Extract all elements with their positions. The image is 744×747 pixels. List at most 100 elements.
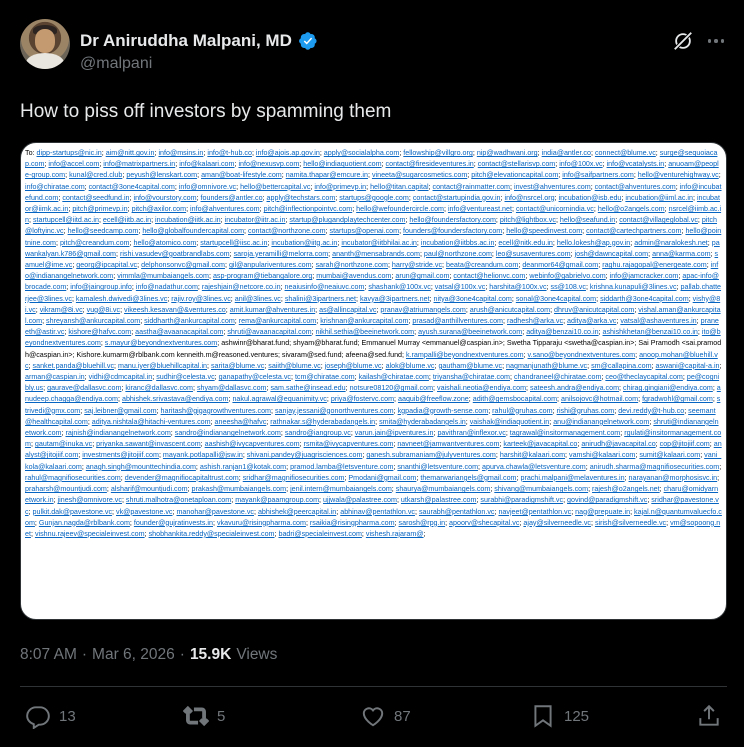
email-link[interactable]: praharsh@mountjudi.com [25,485,107,493]
email-link[interactable]: contact@3one4capital.com [89,183,175,191]
email-link[interactable]: ganapathy@celesta.vc [219,373,291,381]
email-link[interactable]: vishnu.rajeev@specialeinvest.com [35,530,145,538]
email-link[interactable]: aswani@capital-a.in [656,362,720,370]
email-link[interactable]: vkavuru@risingpharma.com [217,519,306,527]
email-link[interactable]: incubation@iitg.ac.in [271,239,337,247]
email-link[interactable]: shobhankita.reddy@specialeinvest.com [149,530,275,538]
email-link[interactable]: sarosh@rpg.in [399,519,446,527]
email-link[interactable]: sateesh.andra@endiya.com [530,384,619,392]
email-link[interactable]: ganesh.subramaniam@julyventures.com [366,451,496,459]
email-link[interactable]: pulkit.dak@pavestone.vc [33,508,113,516]
email-link[interactable]: connect@blume.vc [595,149,656,157]
email-link[interactable]: pitch@lightbox.vc [500,216,556,224]
email-link[interactable]: info@ventureast.net [448,205,512,213]
email-link[interactable]: joseph@blume.vc [325,362,382,370]
email-link[interactable]: info@nexusvp.com [238,160,299,168]
email-link[interactable]: navjeet@pentathlon.vc [498,508,571,516]
email-link[interactable]: themarwariangels@gmail.com [420,474,516,482]
email-link[interactable]: info@jamcracker.com [610,272,679,280]
email-link[interactable]: nakul.agrawal@equanimity.vc [232,395,326,403]
email-link[interactable]: anil@3lines.vc [235,295,281,303]
email-link[interactable]: rishi@gruhas.com [557,407,615,415]
email-link[interactable]: harry@stride.vc [392,261,442,269]
email-link[interactable]: georg@ipcapital.vc [76,261,137,269]
email-link[interactable]: info@ahventures.com [190,205,260,213]
email-link[interactable]: apurva.chawla@letsventure.com [482,463,586,471]
email-link[interactable]: anirudh@javacapital.co [581,440,655,448]
email-link[interactable]: info@msins.in [158,149,203,157]
email-link[interactable]: abhishek.srivastava@endiya.com [122,395,228,403]
email-link[interactable]: pavithran@inflexor.vc [437,429,505,437]
email-link[interactable]: gaurave@dallasvc.com [47,384,121,392]
email-link[interactable]: shruti@avaanacapital.com [227,328,311,336]
email-link[interactable]: contact@firesideventures.in [386,160,474,168]
email-link[interactable]: info@omnivore.vc [179,183,236,191]
email-link[interactable]: hello@bettercapital.vc [240,183,310,191]
email-link[interactable]: vaishak@indiaquotient.in [470,418,550,426]
email-link[interactable]: fgradwohl@gmail.com [642,395,713,403]
email-link[interactable]: pitch@inflectionpointvc.com [264,205,353,213]
email-link[interactable]: gil@anpulariventures.com [229,261,312,269]
email-link[interactable]: shashank@100x.vc [368,283,430,291]
email-link[interactable]: s.mayur@beyondnextventures.com [105,339,217,347]
email-link[interactable]: shaurya@mumbaiangels.com [396,485,491,493]
email-link[interactable]: shyam@dallasvc.com [197,384,267,392]
email-link[interactable]: kishore@hafvc.com [68,328,131,336]
email-link[interactable]: mayank@paamgroup.com [235,496,319,504]
email-link[interactable]: info@100x.vc [559,160,602,168]
email-link[interactable]: siddarth@3one4capital.com [600,295,689,303]
email-link[interactable]: k.rampalli@beyondnextventures.com [406,351,524,359]
email-link[interactable]: rajeshjain@netcore.co.in [202,283,281,291]
email-link[interactable]: haritash@gigagrowthventures.com [161,407,271,415]
email-link[interactable]: apply@socialalpha.com [324,149,400,157]
email-link[interactable]: smita@hyderabadangels.in [379,418,466,426]
like-button[interactable]: 87 [360,703,411,729]
email-link[interactable]: sridhar@magnifiosecurities.com [243,474,345,482]
email-link[interactable]: hello@wefoundercircle.com [356,205,444,213]
email-link[interactable]: aneesha@hafvc [215,418,267,426]
email-link[interactable]: admin@naralokesh.net [634,239,708,247]
email-link[interactable]: radhesh@arka.vc [507,317,563,325]
email-link[interactable]: contact@ahventures.com [595,183,676,191]
tweet-date[interactable]: Mar 6, 2026 [92,646,175,664]
author-display-name[interactable]: Dr Aniruddha Malpani, MD [80,31,292,51]
avatar[interactable] [20,19,70,69]
share-button[interactable] [696,703,722,729]
repost-button[interactable]: 5 [183,703,225,729]
email-link[interactable]: aashish@ivycapventures.com [205,440,300,448]
email-link[interactable]: aim@nitt.gov.in [106,149,155,157]
more-dots-icon[interactable] [704,30,728,52]
email-link[interactable]: info@t-hub.co [207,149,252,157]
email-link[interactable]: rema@ankurcapital.com [239,317,317,325]
email-link[interactable]: jinesh@omnivore.vc [58,496,122,504]
email-link[interactable]: hello@seafund.in [560,216,615,224]
email-link[interactable]: sanjay.jessani@gonorthventures.com [275,407,394,415]
email-link[interactable]: saiith@blume.vc [268,362,321,370]
email-link[interactable]: hello@venturehighway.vc [638,171,719,179]
email-link[interactable]: gautam@inuka.vc [35,440,92,448]
email-link[interactable]: triyansha@chiratae.com [433,373,510,381]
email-link[interactable]: rathnakar.s@hyderabadangels.in [270,418,375,426]
email-link[interactable]: vatsal@ashaventures.in [620,317,696,325]
email-link[interactable]: info@ajois.ap.gov.in [256,149,320,157]
email-link[interactable]: contact@northzone.com [248,227,326,235]
email-link[interactable]: vatsal@100x.vc [435,283,486,291]
email-link[interactable]: ajay@silverneedle.vc [523,519,591,527]
email-link[interactable]: sanket.panda@bluehill.vc [33,362,114,370]
email-link[interactable]: priya@fostervc.com [331,395,394,403]
email-link[interactable]: contact@stellarisvp.com [478,160,556,168]
email-link[interactable]: navneet@jamwantventures.com [397,440,499,448]
email-link[interactable]: india@antler.co [542,149,591,157]
email-link[interactable]: rishi.vasudev@goatbrandlabs.com [120,250,230,258]
email-link[interactable]: tcm@chiratae.com [295,373,355,381]
email-link[interactable]: deanmor64@gmail.com [522,261,598,269]
email-link[interactable]: shruti.malhotra@onetaploan.com [126,496,231,504]
email-link[interactable]: cop@jitojiif.com [660,440,710,448]
email-link[interactable]: contact@cartechpartners.com [586,227,681,235]
email-link[interactable]: nagmanjunath@blume.vc [506,362,587,370]
email-link[interactable]: info@chiratae.com [25,183,85,191]
email-link[interactable]: surabhi@paradigmshift.vc [480,496,563,504]
email-link[interactable]: badri@specialeinvest.com [278,530,361,538]
email-link[interactable]: info@kalaari.com [179,160,234,168]
email-link[interactable]: hello@atomico.com [133,239,196,247]
